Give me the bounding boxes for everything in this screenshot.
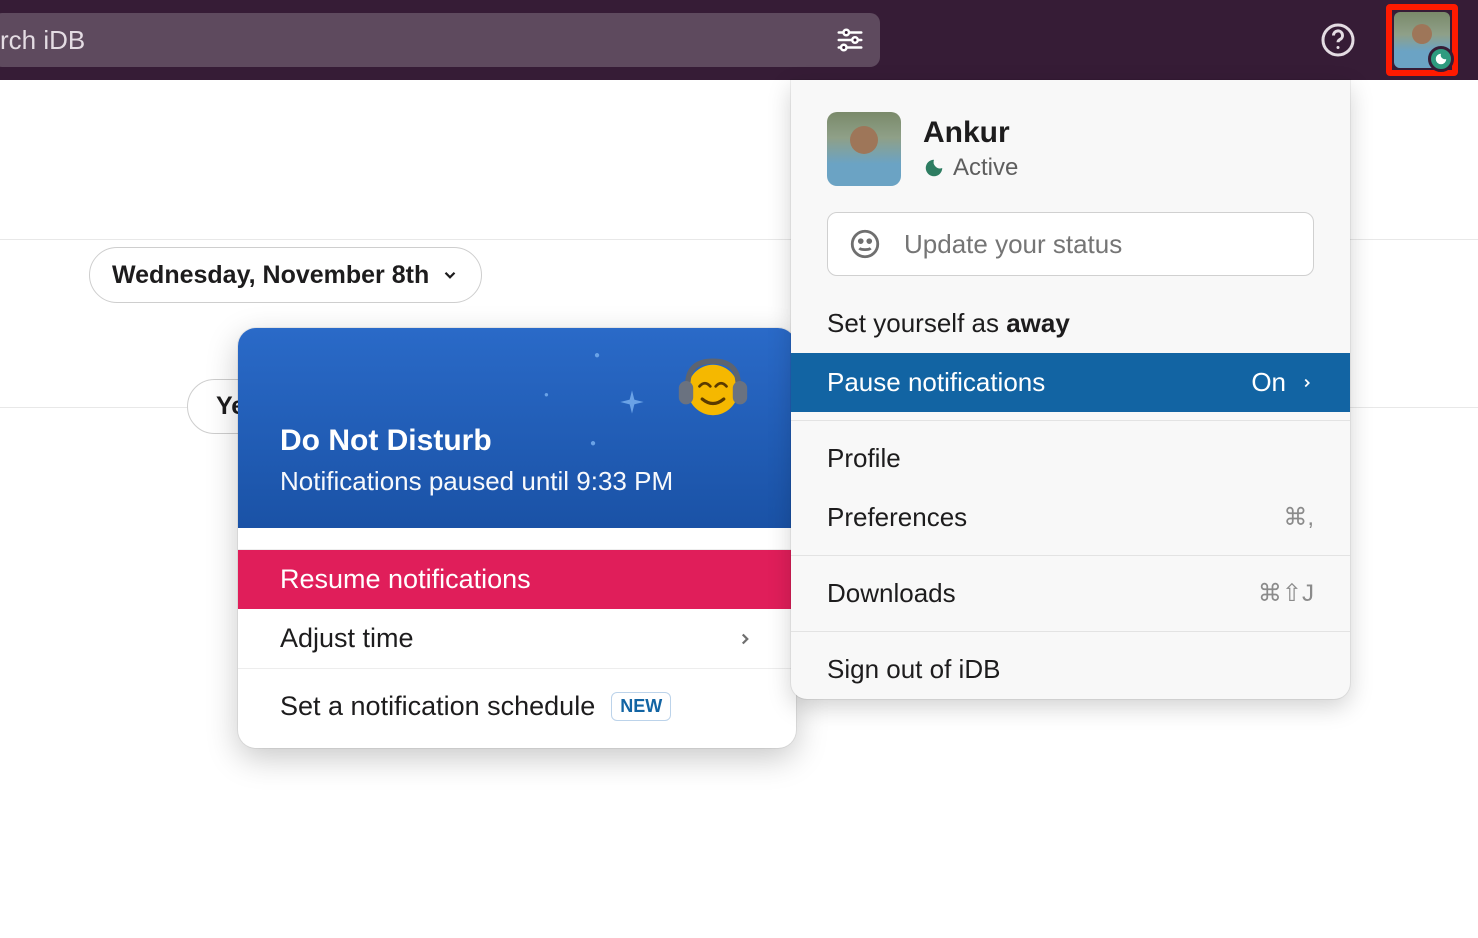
user-menu: Ankur z Active Set yourself as away Paus… <box>791 80 1350 699</box>
preferences-item[interactable]: Preferences ⌘, <box>791 488 1350 547</box>
dot-icon: ● <box>590 438 596 449</box>
divider <box>791 631 1350 632</box>
signout-label: Sign out of iDB <box>827 654 1000 685</box>
status-text: Active <box>953 154 1018 182</box>
downloads-label: Downloads <box>827 578 956 609</box>
smiley-icon <box>848 227 882 261</box>
profile-item[interactable]: Profile <box>791 429 1350 488</box>
set-away-label: Set yourself as away <box>827 308 1070 339</box>
downloads-shortcut: ⌘⇧J <box>1258 579 1314 608</box>
date-label: Wednesday, November 8th <box>112 261 429 290</box>
search-filter-icon[interactable] <box>832 22 868 58</box>
dnd-subtitle: Notifications paused until 9:33 PM <box>280 466 754 497</box>
adjust-time-item[interactable]: Adjust time <box>238 609 796 668</box>
preferences-shortcut: ⌘, <box>1283 503 1314 532</box>
downloads-item[interactable]: Downloads ⌘⇧J <box>791 564 1350 623</box>
new-badge: NEW <box>611 692 671 721</box>
user-avatar-highlighted[interactable] <box>1386 4 1458 76</box>
headphone-emoji-icon <box>668 354 758 422</box>
status-field[interactable] <box>904 229 1293 260</box>
profile-label: Profile <box>827 443 901 474</box>
spacer <box>238 528 796 550</box>
adjust-time-label: Adjust time <box>280 623 414 654</box>
topbar-right <box>1318 4 1458 76</box>
presence-dnd-icon: z <box>923 157 945 179</box>
pause-state: On <box>1251 367 1314 398</box>
resume-notifications-item[interactable]: Resume notifications <box>238 550 796 609</box>
signout-item[interactable]: Sign out of iDB <box>791 640 1350 699</box>
chevron-down-icon <box>441 266 459 284</box>
dot-icon: ● <box>544 390 549 399</box>
pause-notifications-item[interactable]: Pause notifications On <box>791 353 1350 412</box>
dnd-title: Do Not Disturb <box>280 424 754 458</box>
update-status-input[interactable] <box>827 212 1314 276</box>
dnd-header: ● ● ● Do Not Disturb Notifications pause… <box>238 328 796 528</box>
preferences-label: Preferences <box>827 502 967 533</box>
dot-icon: ● <box>594 350 600 361</box>
date-chip[interactable]: Wednesday, November 8th <box>89 247 482 303</box>
help-icon[interactable] <box>1318 20 1358 60</box>
user-menu-header: Ankur z Active <box>791 80 1350 212</box>
set-away-item[interactable]: Set yourself as away <box>791 294 1350 353</box>
pause-notifications-label: Pause notifications <box>827 367 1045 398</box>
pause-state-text: On <box>1251 367 1286 398</box>
sparkle-icon <box>618 388 646 421</box>
search-input-wrap[interactable]: rch iDB <box>0 13 880 67</box>
dnd-badge-icon <box>1428 46 1454 72</box>
user-name: Ankur <box>923 116 1018 150</box>
avatar <box>827 112 901 186</box>
divider <box>791 555 1350 556</box>
chevron-right-icon <box>1300 376 1314 390</box>
dnd-submenu: ● ● ● Do Not Disturb Notifications pause… <box>238 328 796 748</box>
notification-schedule-item[interactable]: Set a notification schedule NEW <box>238 669 796 748</box>
divider <box>791 420 1350 421</box>
user-status: z Active <box>923 154 1018 182</box>
search-input[interactable]: rch iDB <box>0 25 832 56</box>
topbar: rch iDB <box>0 0 1478 80</box>
notification-schedule-label: Set a notification schedule <box>280 691 595 722</box>
svg-text:z: z <box>935 158 939 167</box>
chevron-right-icon <box>736 630 754 648</box>
